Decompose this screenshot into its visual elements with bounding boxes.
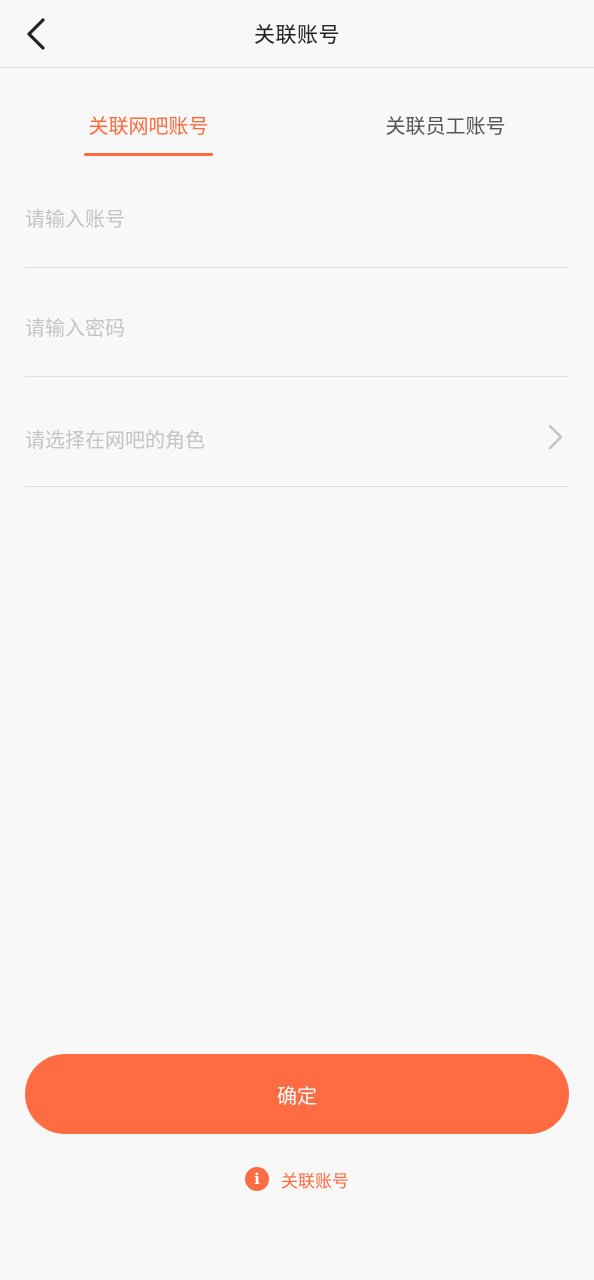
tab-label: 关联员工账号 (385, 114, 506, 138)
password-input[interactable] (25, 307, 569, 349)
tab-bar: 关联网吧账号 关联员工账号 (0, 68, 594, 168)
password-field (25, 267, 569, 377)
role-select[interactable]: 请选择在网吧的角色 (25, 377, 569, 487)
info-icon: i (245, 1167, 269, 1191)
footer-link-text: 关联账号 (281, 1171, 349, 1192)
role-select-placeholder: 请选择在网吧的角色 (25, 428, 205, 452)
account-field (25, 158, 569, 268)
link-account-link[interactable]: i 关联账号 (0, 1162, 594, 1196)
tab-staff-account[interactable]: 关联员工账号 (297, 68, 594, 168)
confirm-button[interactable]: 确定 (25, 1054, 569, 1134)
active-tab-indicator (84, 153, 213, 156)
chevron-right-icon (548, 424, 563, 450)
screen: 关联账号 关联网吧账号 关联员工账号 请选择在网吧的角色 确定 i 关联账号 (0, 0, 594, 1280)
tab-label: 关联网吧账号 (88, 114, 209, 138)
page-title: 关联账号 (254, 23, 340, 47)
account-input[interactable] (25, 198, 569, 240)
navbar: 关联账号 (0, 0, 594, 68)
